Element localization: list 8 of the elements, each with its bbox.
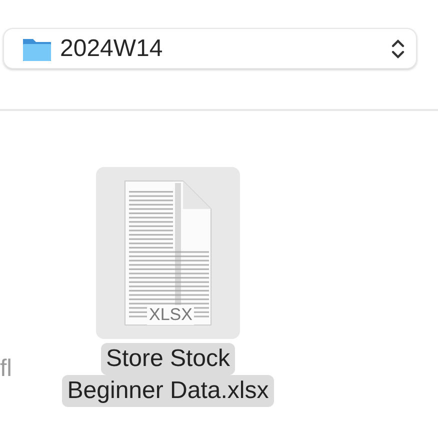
spreadsheet-document-icon[interactable] bbox=[123, 179, 213, 327]
up-down-chevron-icon bbox=[390, 36, 406, 60]
file-tile[interactable] bbox=[96, 167, 240, 339]
file-name[interactable]: Store Stock bbox=[100, 343, 236, 375]
folder-name: 2024W14 bbox=[60, 34, 164, 64]
file-name[interactable]: Beginner Data.xlsx bbox=[62, 375, 274, 407]
folder-popup-button[interactable]: 2024W14 bbox=[3, 28, 417, 69]
file-type-label: XLSX bbox=[147, 305, 194, 325]
